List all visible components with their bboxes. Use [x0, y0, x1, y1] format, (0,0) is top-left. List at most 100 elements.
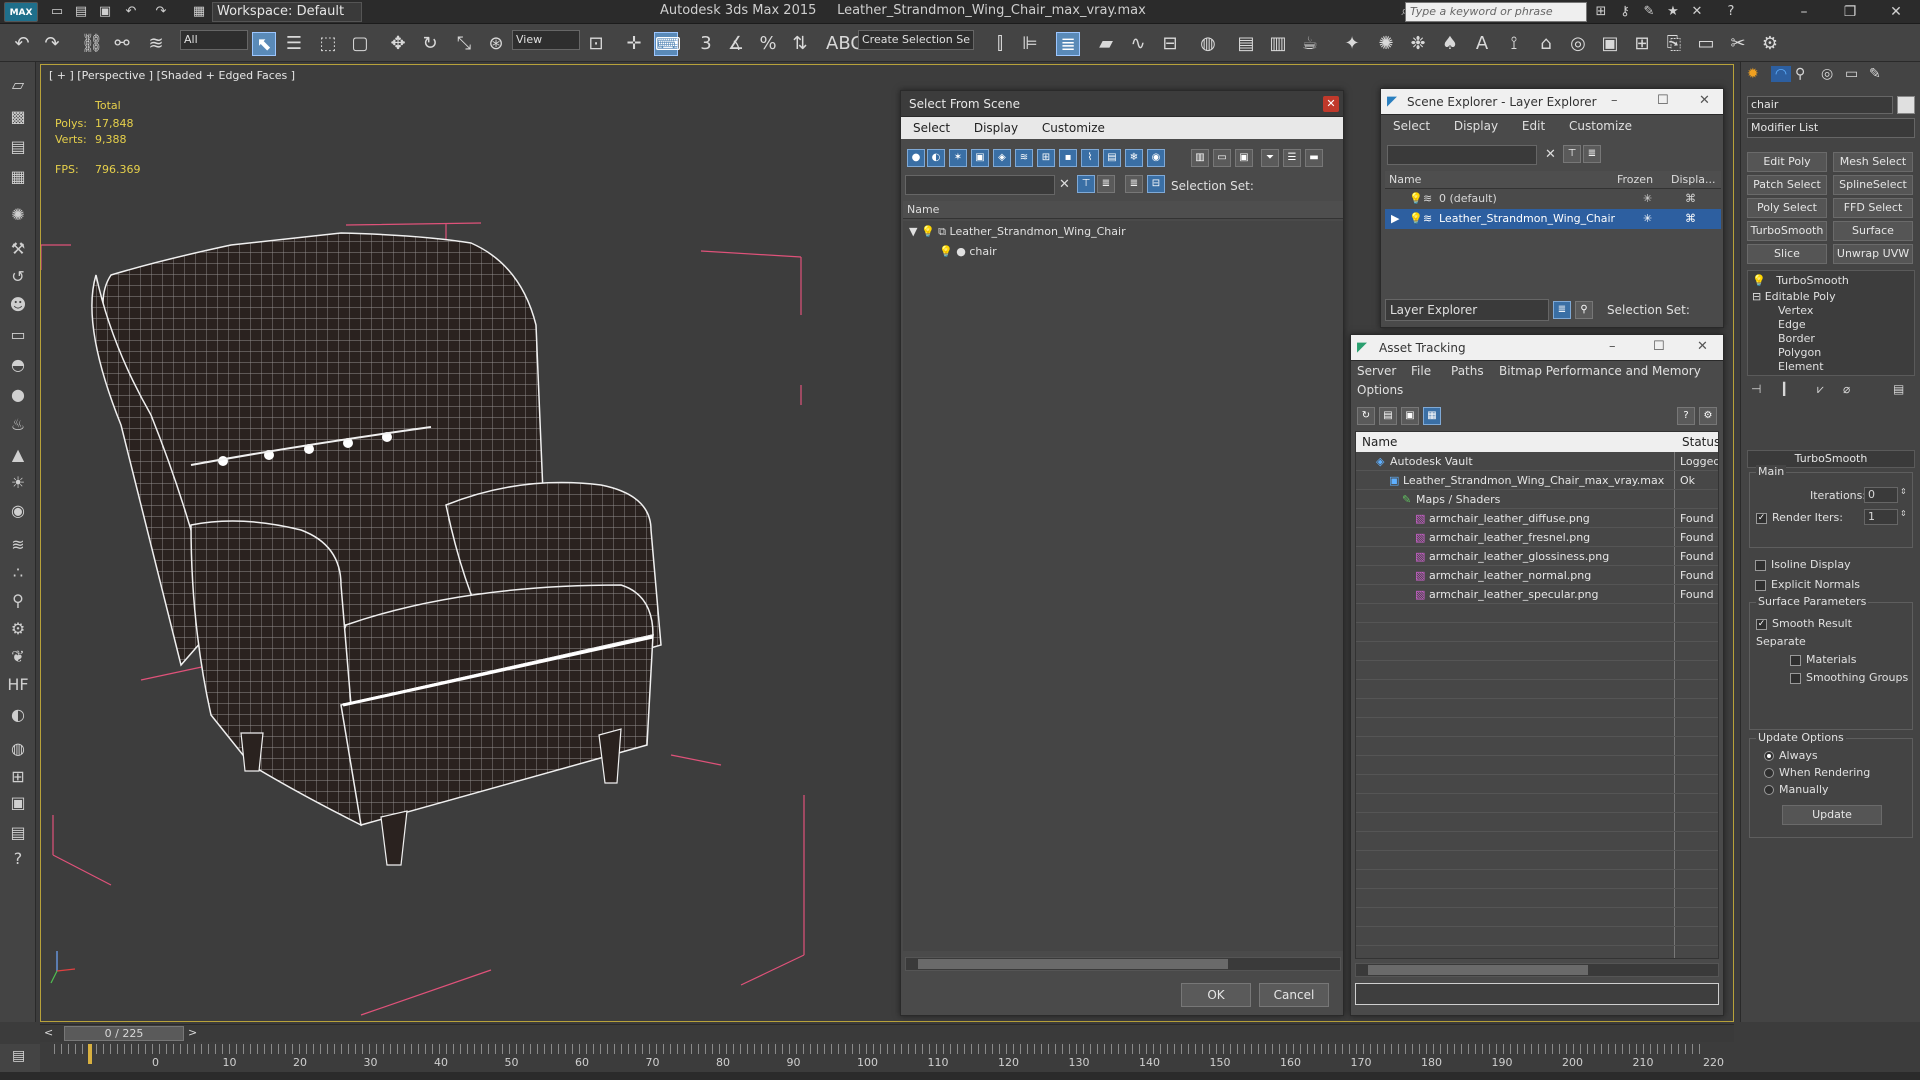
ball-icon[interactable]: ◉ — [6, 500, 30, 522]
new-scene-icon[interactable]: ▭ — [48, 3, 66, 21]
close-icon[interactable]: ✕ — [1323, 96, 1339, 112]
network-icon[interactable]: ⊞ — [6, 766, 30, 788]
sun-icon[interactable]: ☀ — [6, 472, 30, 494]
cone-icon[interactable]: ▲ — [6, 444, 30, 466]
edit-named-selection-icon[interactable]: ABC — [826, 32, 863, 56]
find-case-icon[interactable]: ⊤ — [1077, 175, 1095, 193]
tools-icon[interactable]: ⚒ — [6, 238, 30, 260]
tree-item[interactable]: ▼ 💡 ⧉ Leather_Strandmon_Wing_Chair — [909, 225, 1126, 239]
modifier-list-dropdown[interactable]: Modifier List — [1747, 118, 1915, 138]
smooth-result-checkbox[interactable]: ✓ Smooth Result — [1756, 617, 1852, 630]
move-icon[interactable]: ✥ — [386, 32, 410, 56]
modifier-button-splineselect[interactable]: SplineSelect — [1833, 175, 1913, 195]
display-containers-icon[interactable]: ▤ — [1103, 149, 1121, 167]
minimize-icon[interactable]: – — [1784, 2, 1824, 22]
modifier-button-ffd-select[interactable]: FFD Select — [1833, 198, 1913, 218]
modifier-button-edit-poly[interactable]: Edit Poly — [1747, 152, 1827, 172]
scene-icon[interactable]: ▣ — [6, 792, 30, 814]
restore-icon[interactable]: ❐ — [1830, 2, 1870, 22]
display-column-header[interactable]: Displa... — [1671, 171, 1716, 189]
stack-subitem[interactable]: Vertex — [1778, 304, 1813, 317]
spinner-arrows-icon[interactable]: ⇕ — [1900, 509, 1907, 518]
time-slider[interactable]: < 0 / 225 > — [40, 1024, 1734, 1042]
name-column-header[interactable]: Name — [1362, 432, 1397, 452]
redo-icon[interactable]: ↷ — [40, 32, 64, 56]
object-color-swatch[interactable] — [1897, 96, 1915, 114]
table-row[interactable]: ✎ Maps / Shaders — [1356, 490, 1718, 509]
light-bulb-icon[interactable]: 💡 — [1752, 274, 1766, 287]
box-icon[interactable]: ▣ — [1598, 32, 1622, 56]
render-setup-icon[interactable]: ▤ — [1234, 32, 1258, 56]
hair-icon[interactable]: ≋ — [6, 534, 30, 556]
stack-subitem[interactable]: Edge — [1778, 318, 1806, 331]
name-column-header[interactable]: Name — [1389, 171, 1421, 189]
display-helpers-icon[interactable]: ◈ — [993, 149, 1011, 167]
object-name-input[interactable]: chair — [1747, 96, 1893, 114]
teapot-icon[interactable]: ⌂ — [1534, 32, 1558, 56]
display-geometry-icon[interactable]: ● — [907, 149, 925, 167]
frozen-column-header[interactable]: Frozen — [1617, 171, 1653, 189]
modify-tab-icon[interactable]: ◠ — [1771, 66, 1791, 82]
image-icon[interactable]: ▩ — [6, 106, 30, 128]
graphite-tools-icon[interactable]: ▰ — [1094, 32, 1118, 56]
exchange-icon[interactable]: ✕ — [1688, 3, 1706, 21]
pin-stack-icon[interactable]: ⊣ — [1751, 382, 1761, 396]
display-xrefs-icon[interactable]: ▪ — [1059, 149, 1077, 167]
help-search-input[interactable]: Type a keyword or phrase — [1405, 2, 1587, 22]
text-icon[interactable]: A — [1470, 32, 1494, 56]
close-icon[interactable]: ✕ — [1699, 93, 1710, 108]
status-column-header[interactable]: Status — [1682, 432, 1718, 452]
select-all-icon[interactable]: ▥ — [1191, 149, 1209, 167]
create-tab-icon[interactable]: ✹ — [1747, 66, 1759, 82]
circular-arrow-icon[interactable]: ↺ — [6, 266, 30, 288]
find-icon[interactable]: ⊤ — [1563, 145, 1581, 163]
modifier-button-slice[interactable]: Slice — [1747, 244, 1827, 264]
hierarchy-tab-icon[interactable]: ⚲ — [1795, 66, 1805, 82]
unlink-icon[interactable]: ⚯ — [110, 32, 134, 56]
project-folder-icon[interactable]: ▦ — [190, 3, 208, 21]
selection-filter-dropdown[interactable]: All — [180, 30, 248, 50]
track-bar[interactable]: 0 10 20 30 40 50 60 70 80 90 100 110 120 130 140 150 160… — [40, 1044, 1734, 1072]
menu-paths[interactable]: Paths — [1451, 364, 1484, 378]
table-row[interactable]: ▧ armchair_leather_normal.png Found — [1356, 566, 1718, 585]
horizontal-scrollbar[interactable] — [905, 957, 1341, 971]
key-icon[interactable]: ⚷ — [1616, 3, 1634, 21]
explorer-type-dropdown[interactable]: Layer Explorer — [1385, 299, 1549, 321]
grid-icon[interactable]: ⊞ — [1630, 32, 1654, 56]
scrollbar-thumb[interactable] — [918, 959, 1228, 969]
select-none-icon[interactable]: ▭ — [1213, 149, 1231, 167]
rect-selection-icon[interactable]: ⬚ — [316, 32, 340, 56]
stack-subitem[interactable]: Polygon — [1778, 346, 1821, 359]
display-spacewarps-icon[interactable]: ≋ — [1015, 149, 1033, 167]
modifier-button-unwrap-uvw[interactable]: Unwrap UVW — [1833, 244, 1913, 264]
table-row[interactable]: ◈ Autodesk Vault Logged — [1356, 452, 1718, 471]
link-icon[interactable]: ⛓ — [80, 32, 104, 56]
collapse-icon[interactable]: ▬ — [1305, 149, 1323, 167]
menu-display[interactable]: Display — [1454, 119, 1498, 133]
mirror-icon[interactable]: ⫿ — [988, 32, 1012, 56]
help-icon[interactable]: ? — [6, 848, 30, 870]
isoline-display-checkbox[interactable]: Isoline Display — [1755, 558, 1851, 571]
window-crossing-icon[interactable]: ▢ — [348, 32, 372, 56]
time-slider-thumb[interactable]: 0 / 225 — [64, 1026, 184, 1041]
settings-icon[interactable]: ⚙ — [1699, 407, 1717, 425]
table-row[interactable]: ▣ Leather_Strandmon_Wing_Chair_max_vray.m… — [1356, 471, 1718, 490]
material-editor-icon[interactable]: ◍ — [1196, 32, 1220, 56]
angle-snap-icon[interactable]: ∡ — [724, 32, 748, 56]
table-view-icon[interactable]: ▦ — [1423, 407, 1441, 425]
table-row[interactable]: ▧ armchair_leather_specular.png Found — [1356, 585, 1718, 604]
keyboard-shortcut-override-icon[interactable]: ⌨ — [654, 32, 681, 56]
gear-icon[interactable]: ⚙ — [6, 618, 30, 640]
rotate-icon[interactable]: ↻ — [418, 32, 442, 56]
select-invert-icon[interactable]: ▣ — [1235, 149, 1253, 167]
scene-search-input[interactable] — [905, 175, 1055, 195]
freeze-icon[interactable]: ✳ — [1643, 189, 1652, 209]
menu-customize[interactable]: Customize — [1042, 121, 1105, 135]
minimize-icon[interactable]: – — [1611, 93, 1618, 108]
scale-icon[interactable]: ⤡ — [452, 32, 476, 56]
chair-wireframe[interactable] — [41, 65, 861, 1022]
camera-icon[interactable]: ⎘ — [1662, 32, 1686, 56]
vray-icon[interactable]: ❉ — [1406, 32, 1430, 56]
stack-subitem[interactable]: Border — [1778, 332, 1815, 345]
save-file-icon[interactable]: ▣ — [96, 3, 114, 21]
